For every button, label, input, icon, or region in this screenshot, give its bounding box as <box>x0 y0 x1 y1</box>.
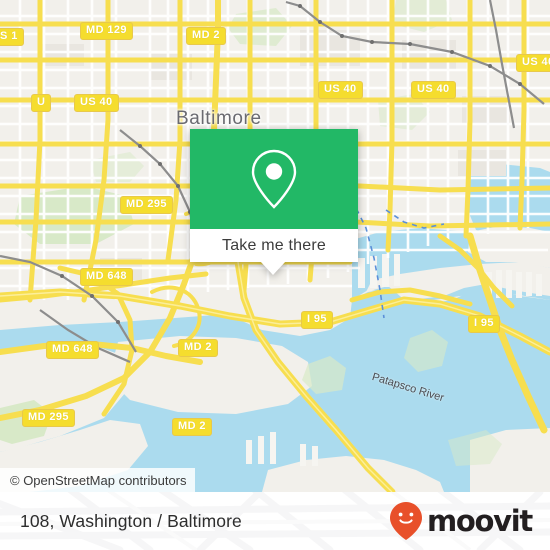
moovit-pin-logo-icon <box>390 502 423 540</box>
callout-tail <box>260 261 286 275</box>
map-shield: MD 2 <box>186 27 226 45</box>
page-title: 108, Washington / Baltimore <box>20 492 242 550</box>
moovit-wordmark: moovit <box>427 503 533 538</box>
take-me-there-button[interactable]: Take me there <box>190 229 358 262</box>
bottom-info-bar: 108, Washington / Baltimore moovit <box>0 492 550 550</box>
location-callout-card[interactable]: Take me there <box>190 129 358 275</box>
map-shield: US 40 <box>74 94 119 112</box>
map-shield: U <box>31 94 52 112</box>
moovit-brand[interactable]: moovit <box>389 492 533 550</box>
callout-photo <box>190 129 358 229</box>
map-attribution-text: © OpenStreetMap contributors <box>10 472 187 488</box>
map-shield: US 40 <box>411 81 456 99</box>
map-pin-icon <box>251 149 297 209</box>
map-shield: I 95 <box>301 311 333 329</box>
map-shield: MD 295 <box>120 196 173 214</box>
map-shield: US 40 <box>318 81 363 99</box>
map-shield: MD 648 <box>46 341 99 359</box>
map-shield: MD 295 <box>22 409 75 427</box>
moovit-map-screen: Baltimore Patapsco River S 1 MD 129 MD 2… <box>0 0 550 550</box>
map-canvas[interactable]: Baltimore Patapsco River S 1 MD 129 MD 2… <box>0 0 550 492</box>
map-attribution[interactable]: © OpenStreetMap contributors <box>0 468 195 492</box>
page-title-text: 108, Washington / Baltimore <box>20 510 242 531</box>
map-place-label-baltimore: Baltimore <box>176 108 262 129</box>
map-shield: MD 2 <box>172 418 212 436</box>
map-shield: US 40 <box>516 54 550 72</box>
map-shield: I 95 <box>468 315 500 333</box>
take-me-there-label: Take me there <box>222 236 326 254</box>
map-shield: MD 129 <box>80 22 133 40</box>
map-shield: MD 2 <box>178 339 218 357</box>
map-shield: S 1 <box>0 28 24 46</box>
map-shield: MD 648 <box>80 268 133 286</box>
